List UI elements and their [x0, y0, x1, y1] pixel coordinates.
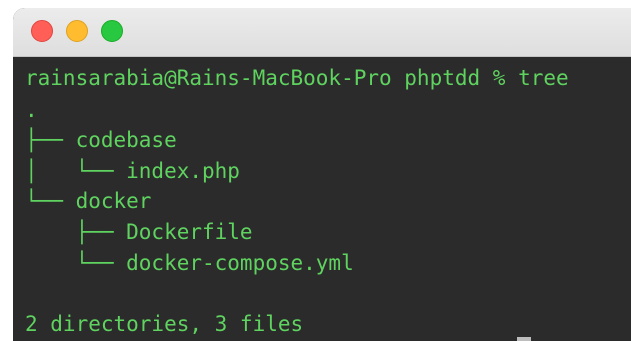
tree-line-codebase: ├── codebase — [25, 128, 177, 152]
terminal-output[interactable]: rainsarabia@Rains-MacBook-Pro phptdd % t… — [13, 57, 631, 341]
tree-line-root: . — [25, 98, 38, 122]
terminal-cursor — [517, 337, 531, 341]
tree-line-docker-compose: └── docker-compose.yml — [25, 251, 354, 275]
minimize-window-button[interactable] — [66, 20, 88, 42]
tree-line-dockerfile: ├── Dockerfile — [25, 220, 253, 244]
zoom-window-button[interactable] — [101, 20, 123, 42]
tree-line-index-php: │ └── index.php — [25, 159, 240, 183]
terminal-window: rainsarabia@Rains-MacBook-Pro phptdd % t… — [13, 8, 631, 341]
command-prompt-line: rainsarabia@Rains-MacBook-Pro phptdd % t… — [25, 66, 569, 90]
tree-line-docker: └── docker — [25, 189, 152, 213]
title-bar — [13, 8, 631, 57]
tree-summary: 2 directories, 3 files — [25, 312, 304, 336]
close-window-button[interactable] — [31, 20, 53, 42]
